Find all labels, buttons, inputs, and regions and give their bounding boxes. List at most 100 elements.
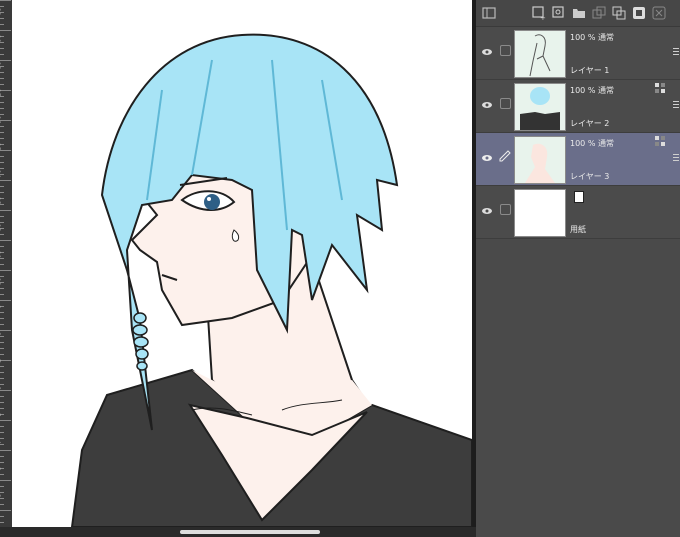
layer-effect-icon xyxy=(655,83,665,93)
ruler-tick xyxy=(0,480,11,481)
ruler-tick xyxy=(0,342,4,343)
ruler-tick xyxy=(0,138,4,139)
ruler-label: 2 xyxy=(0,494,1,504)
layer-mode: 100 % 通常 xyxy=(570,33,614,42)
canvas-scrollbar[interactable] xyxy=(0,527,476,537)
visibility-eye-icon[interactable] xyxy=(481,152,493,164)
ruler-label: 6 xyxy=(0,386,1,396)
ruler-tick xyxy=(0,30,11,31)
artwork xyxy=(70,33,472,527)
ruler-tick xyxy=(0,132,4,133)
new-raster-layer-icon[interactable]: + xyxy=(532,6,546,20)
ruler-tick xyxy=(0,432,4,433)
layer-row-2[interactable]: 100 % 通常 レイヤー 2 xyxy=(476,80,680,133)
drag-handle-icon[interactable] xyxy=(673,101,679,109)
ruler-tick xyxy=(0,426,4,427)
ruler-label: 11 xyxy=(0,251,1,261)
ruler-tick xyxy=(0,516,4,517)
ruler-label: 8 xyxy=(0,332,1,342)
layer-checkbox[interactable] xyxy=(500,98,511,109)
ruler-label: 12 xyxy=(0,224,1,234)
ruler-tick xyxy=(0,378,4,379)
mask-icon[interactable] xyxy=(632,6,646,20)
ruler-tick xyxy=(0,234,4,235)
ruler-tick xyxy=(0,60,11,61)
svg-text:+: + xyxy=(540,14,546,20)
ruler-tick xyxy=(0,126,4,127)
ruler-tick xyxy=(0,300,11,301)
ruler-label: 17 xyxy=(0,89,1,99)
ruler-tick xyxy=(0,294,4,295)
ruler-tick xyxy=(0,372,4,373)
ruler-tick xyxy=(0,402,4,403)
vertical-ruler: 20 19 18 17 16 15 14 13 12 11 10 9 8 7 6 5 4 3 2 xyxy=(0,0,12,527)
ruler-tick xyxy=(0,264,4,265)
ruler-label: 18 xyxy=(0,62,1,72)
ruler-label: 14 xyxy=(0,170,1,180)
ruler-label: 3 xyxy=(0,467,1,477)
ruler-label: 9 xyxy=(0,305,1,315)
ruler-label: 7 xyxy=(0,359,1,369)
visibility-eye-icon[interactable] xyxy=(481,205,493,217)
drawing-canvas[interactable] xyxy=(12,0,472,527)
ruler-tick xyxy=(0,318,4,319)
copy-layer-icon[interactable] xyxy=(592,6,606,20)
ruler-tick xyxy=(0,120,11,121)
ruler-tick xyxy=(0,72,4,73)
layer-checkbox[interactable] xyxy=(500,45,511,56)
ruler-label: 20 xyxy=(0,8,1,18)
ruler-tick xyxy=(0,330,11,331)
layer-row-3[interactable]: 100 % 通常 レイヤー 3 xyxy=(476,133,680,186)
ruler-tick xyxy=(0,462,4,463)
layer-thumbnail xyxy=(514,189,566,237)
layer-effect-icon xyxy=(655,136,665,146)
ruler-tick xyxy=(0,222,4,223)
ruler-tick xyxy=(0,114,4,115)
layer-thumbnail xyxy=(514,136,566,184)
ruler-tick xyxy=(0,420,11,421)
ruler-tick xyxy=(0,288,4,289)
ruler-tick xyxy=(0,504,4,505)
ruler-tick xyxy=(0,354,4,355)
layer-row-1[interactable]: 100 % 通常 レイヤー 1 xyxy=(476,27,680,80)
braid-beads xyxy=(132,312,149,371)
layer-name: レイヤー 1 xyxy=(570,66,610,75)
scrollbar-thumb[interactable] xyxy=(180,530,320,534)
layer-row-paper[interactable]: 用紙 xyxy=(476,186,680,239)
merge-layer-icon[interactable] xyxy=(612,6,626,20)
drag-handle-icon[interactable] xyxy=(673,48,679,56)
ruler-tick xyxy=(0,390,11,391)
ruler-tick xyxy=(0,246,4,247)
ruler-tick xyxy=(0,276,4,277)
visibility-eye-icon[interactable] xyxy=(481,46,493,58)
new-vector-layer-icon[interactable] xyxy=(552,6,566,20)
ruler-label: 10 xyxy=(0,278,1,288)
ruler-tick xyxy=(0,348,4,349)
ruler-tick xyxy=(0,18,4,19)
drag-handle-icon[interactable] xyxy=(673,154,679,162)
ruler-tick xyxy=(0,270,11,271)
ruler-tick xyxy=(0,162,4,163)
ruler-tick xyxy=(0,180,11,181)
layer-name: レイヤー 3 xyxy=(570,172,610,181)
ruler-label: 15 xyxy=(0,143,1,153)
new-folder-icon[interactable] xyxy=(572,6,586,20)
layer-checkbox[interactable] xyxy=(500,204,511,215)
ruler-tick xyxy=(0,456,4,457)
paper-icon xyxy=(574,191,584,203)
ruler-tick xyxy=(0,240,11,241)
ruler-tick xyxy=(0,156,4,157)
visibility-eye-icon[interactable] xyxy=(481,99,493,111)
ruler-label: 13 xyxy=(0,197,1,207)
ruler-tick xyxy=(0,384,4,385)
pen-edit-icon xyxy=(499,150,511,162)
ruler-tick xyxy=(0,492,4,493)
ruler-tick xyxy=(0,108,4,109)
ruler-tick xyxy=(0,486,4,487)
delete-layer-icon[interactable] xyxy=(652,6,666,20)
layer-mode: 100 % 通常 xyxy=(570,139,614,148)
layer-panel-icon[interactable] xyxy=(482,6,496,20)
layer-toolbar: + xyxy=(476,0,680,27)
ruler-tick xyxy=(0,102,4,103)
ruler-tick xyxy=(0,24,4,25)
